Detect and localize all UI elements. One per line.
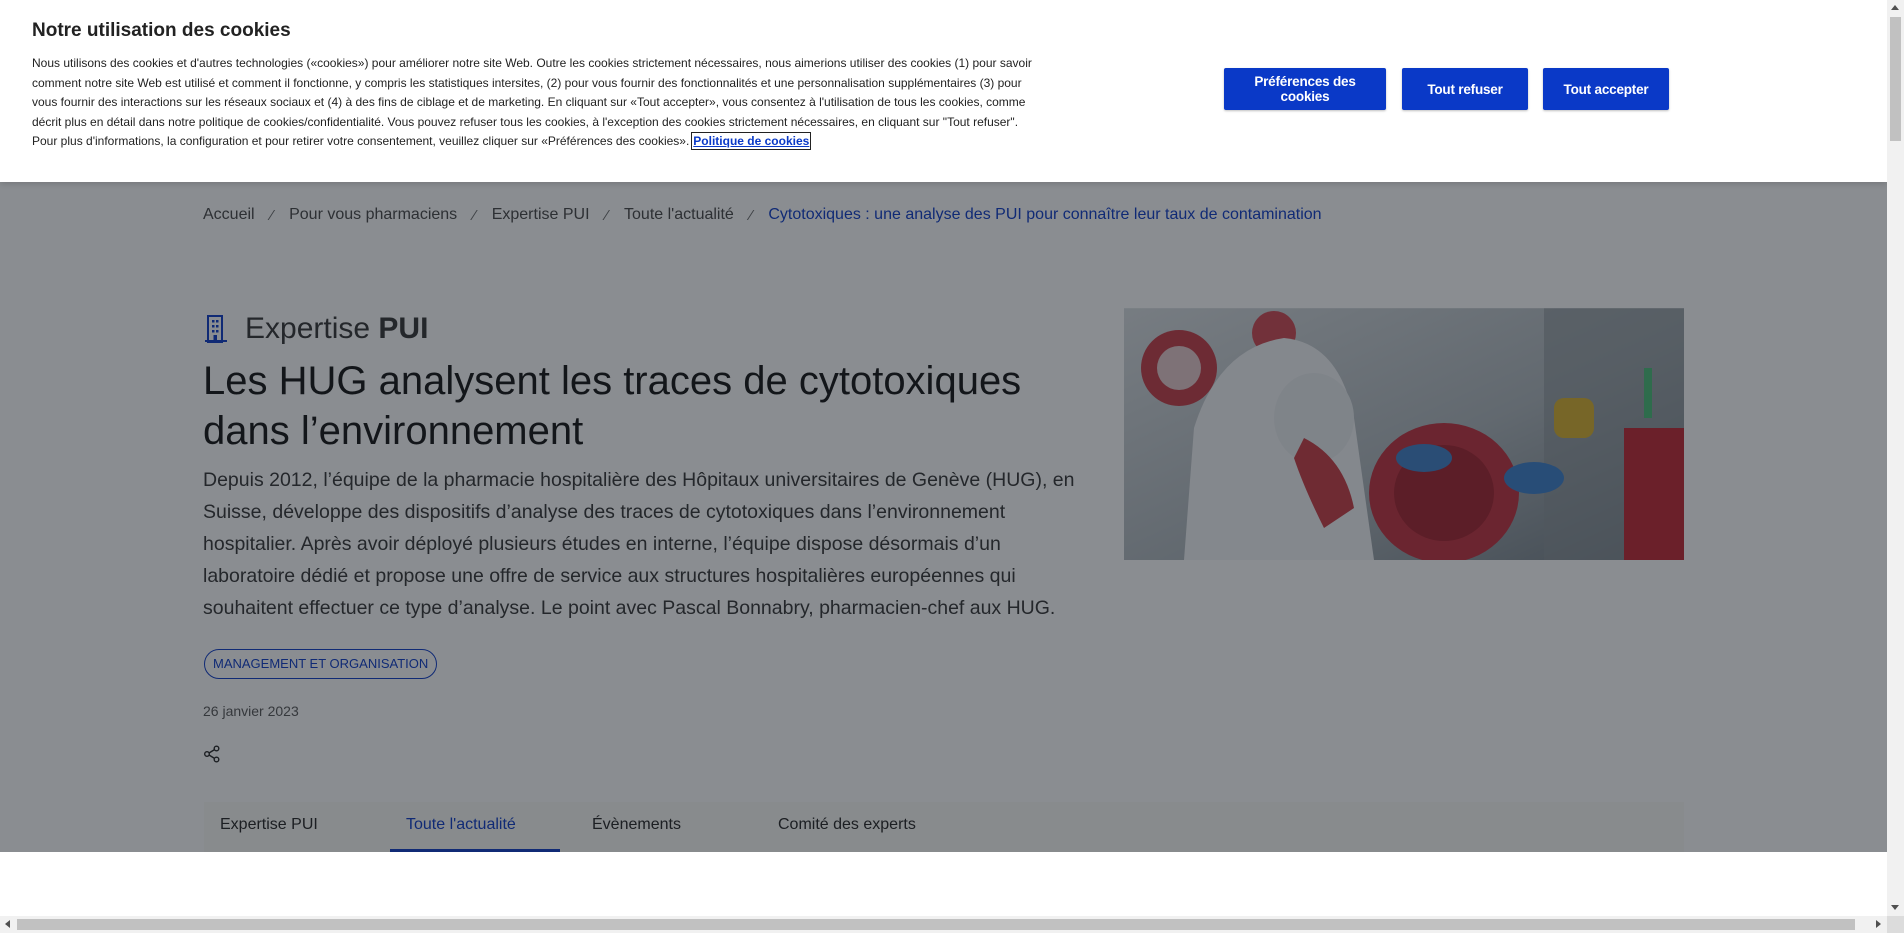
scroll-down-icon[interactable] bbox=[1891, 905, 1899, 910]
cookie-preferences-button[interactable]: Préférences des cookies bbox=[1224, 68, 1386, 110]
scrollbar-corner bbox=[1887, 916, 1904, 933]
page: Accueil ⁄ Pour vous pharmaciens ⁄ Expert… bbox=[0, 0, 1904, 933]
cookie-policy-link[interactable]: Politique de cookies bbox=[691, 132, 812, 151]
scroll-up-icon[interactable] bbox=[1891, 5, 1899, 10]
cookie-banner-text: Nous utilisons des cookies et d'autres t… bbox=[32, 54, 1032, 152]
cookie-banner-title: Notre utilisation des cookies bbox=[32, 20, 291, 41]
horizontal-scrollbar-thumb[interactable] bbox=[17, 919, 1855, 930]
reject-all-button[interactable]: Tout refuser bbox=[1402, 68, 1528, 110]
horizontal-scrollbar[interactable] bbox=[0, 916, 1887, 933]
cookie-banner-body: Nous utilisons des cookies et d'autres t… bbox=[32, 56, 1032, 149]
vertical-scrollbar[interactable] bbox=[1887, 0, 1904, 916]
vertical-scrollbar-thumb[interactable] bbox=[1890, 17, 1901, 141]
scroll-right-icon[interactable] bbox=[1876, 920, 1881, 928]
scroll-left-icon[interactable] bbox=[5, 920, 10, 928]
cookie-banner: Notre utilisation des cookies Nous utili… bbox=[0, 0, 1887, 182]
accept-all-button[interactable]: Tout accepter bbox=[1543, 68, 1669, 110]
